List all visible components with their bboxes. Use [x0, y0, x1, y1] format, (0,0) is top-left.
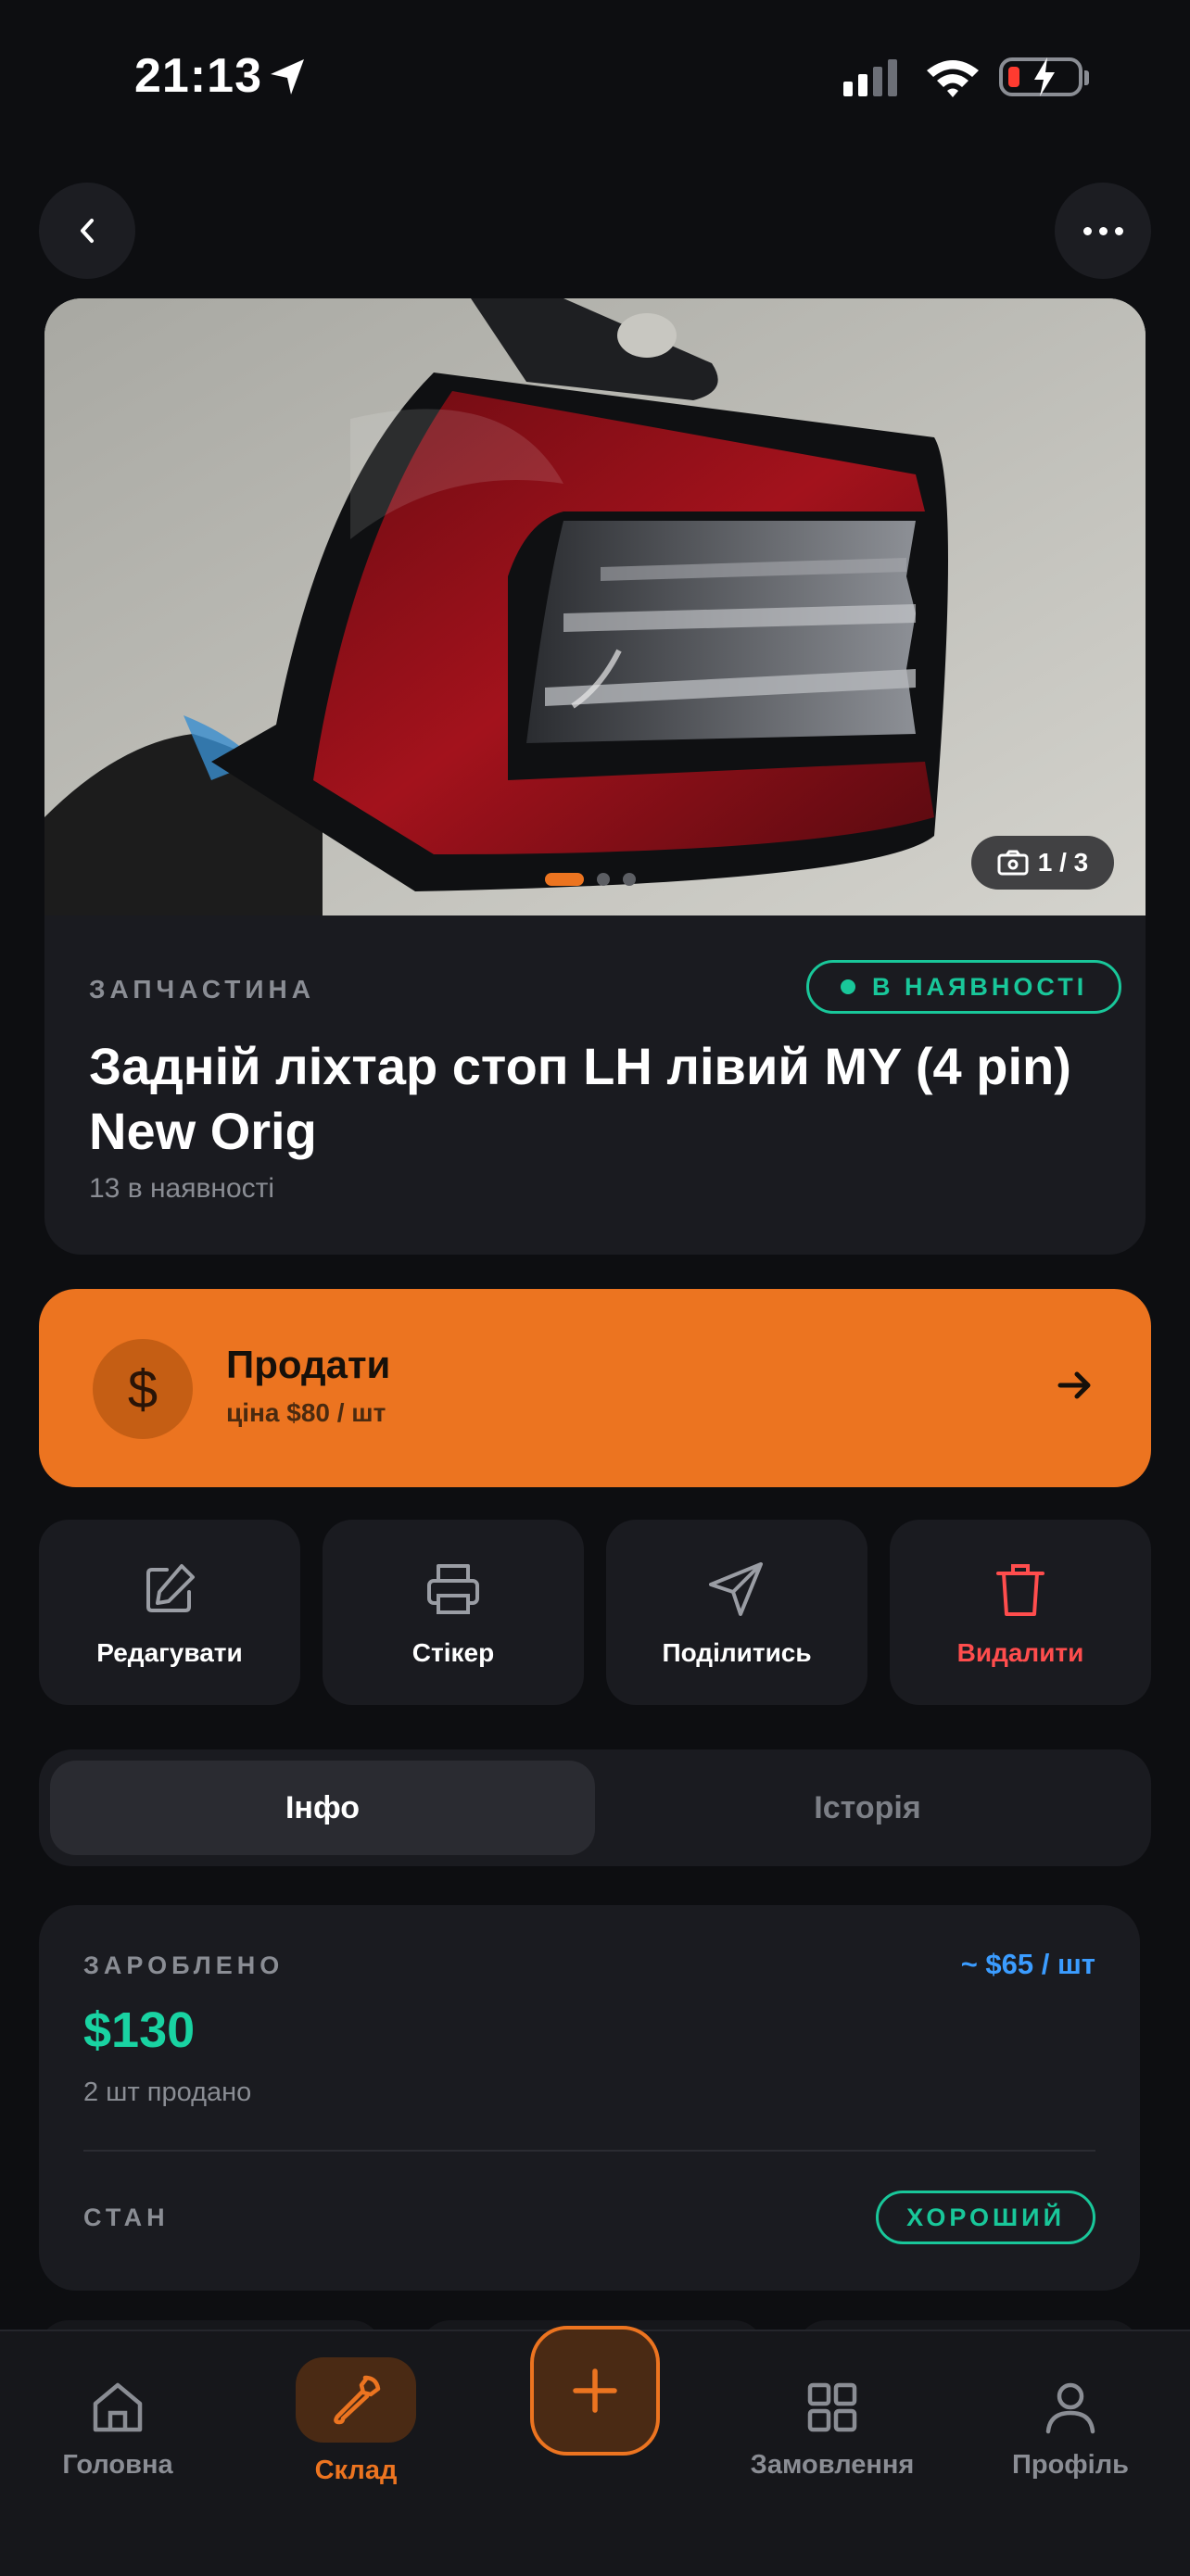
page-dot[interactable] [597, 873, 610, 886]
plus-icon [573, 2368, 617, 2413]
send-icon [709, 1562, 763, 1616]
nav-orders-label: Замовлення [750, 2450, 915, 2480]
sold-count: 2 шт продано [83, 2077, 252, 2107]
nav-profile[interactable]: Профіль [968, 2378, 1172, 2481]
nav-home-label: Головна [62, 2450, 173, 2480]
earned-amount: $130 [83, 2002, 196, 2058]
grid-icon [807, 2382, 857, 2432]
trash-icon [996, 1564, 1044, 1616]
tab-info[interactable]: Інфо [50, 1761, 595, 1855]
delete-button[interactable]: Видалити [890, 1520, 1151, 1705]
sell-label: Продати [226, 1343, 391, 1386]
wifi-icon [927, 60, 979, 97]
sell-price: ціна $80 / шт [226, 1398, 386, 1427]
earned-per-unit: ~ $65 / шт [960, 1948, 1095, 1980]
stock-status-badge: В НАЯВНОСТІ [806, 960, 1122, 1014]
condition-label: СТАН [83, 2203, 170, 2231]
ellipsis-icon [1082, 226, 1092, 235]
tail-light-image [44, 298, 1146, 915]
divider [83, 2150, 1095, 2152]
arrow-right-icon [1057, 1371, 1091, 1399]
share-label: Поділитись [662, 1638, 812, 1667]
chevron-left-icon [81, 219, 94, 243]
status-dot [841, 979, 855, 994]
sell-button[interactable]: $ Продати ціна $80 / шт [39, 1289, 1151, 1487]
nav-home[interactable]: Головна [16, 2378, 220, 2481]
page-dot-active[interactable] [545, 873, 584, 886]
nav-warehouse-label: Склад [314, 2456, 398, 2485]
delete-label: Видалити [956, 1638, 1084, 1667]
ellipsis-icon [1114, 226, 1123, 235]
printer-icon [427, 1564, 479, 1614]
more-options-button[interactable] [1055, 183, 1151, 279]
tab-history[interactable]: Історія [595, 1761, 1140, 1855]
page-dot[interactable] [623, 873, 636, 886]
condition-badge: ХОРОШИЙ [876, 2191, 1095, 2244]
battery-icon [999, 57, 1082, 96]
photos-icon [997, 850, 1029, 876]
status-time: 21:13 [134, 49, 262, 103]
edit-button[interactable]: Редагувати [39, 1520, 300, 1705]
earned-label: ЗАРОБЛЕНО [83, 1951, 285, 1979]
nav-active-pill [296, 2357, 416, 2443]
product-photo[interactable] [44, 298, 1146, 915]
stock-status-text: В НАЯВНОСТІ [872, 972, 1088, 1001]
photo-counter-text: 1 / 3 [1037, 848, 1089, 877]
sticker-label: Стікер [411, 1638, 495, 1667]
edit-label: Редагувати [96, 1638, 243, 1667]
cellular-signal-icon [843, 59, 897, 96]
share-button[interactable]: Поділитись [606, 1520, 867, 1705]
stock-quantity: 13 в наявності [89, 1173, 275, 1204]
edit-icon [146, 1564, 195, 1612]
product-category: ЗАПЧАСТИНА [89, 975, 315, 1004]
back-button[interactable] [39, 183, 135, 279]
product-card: 1 / 3 ЗАПЧАСТИНА В НАЯВНОСТІ Задній ліхт… [44, 298, 1146, 1255]
tab-bar: Інфо Історія [39, 1749, 1151, 1866]
ellipsis-icon [1098, 226, 1108, 235]
photo-pagination [545, 873, 636, 886]
nav-warehouse[interactable]: Склад [254, 2357, 458, 2486]
wrench-icon [334, 2375, 381, 2425]
info-card: ЗАРОБЛЕНО ~ $65 / шт $130 2 шт продано С… [39, 1905, 1140, 2291]
nav-orders[interactable]: Замовлення [730, 2378, 934, 2481]
dollar-icon: $ [93, 1339, 193, 1439]
nav-profile-label: Профіль [1012, 2450, 1129, 2480]
product-title: Задній ліхтар стоп LH лівий MY (4 pin) N… [89, 1037, 1071, 1160]
photo-counter: 1 / 3 [971, 836, 1114, 890]
add-button[interactable] [530, 2326, 660, 2456]
location-arrow-icon [271, 59, 304, 95]
user-icon [1045, 2382, 1095, 2434]
sticker-button[interactable]: Стікер [323, 1520, 584, 1705]
home-icon [93, 2382, 143, 2432]
battery-tip [1084, 70, 1089, 85]
